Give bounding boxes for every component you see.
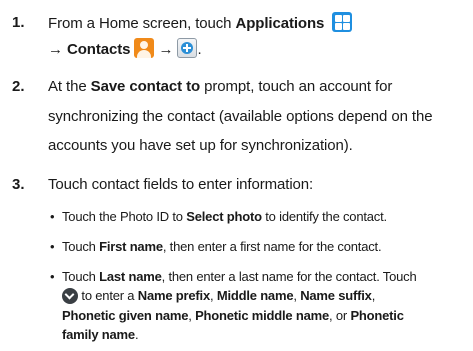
bullet-dot: • [50,269,55,284]
contacts-person-icon [134,38,155,58]
text: At the [48,78,91,95]
bullet-dot: • [50,209,55,224]
text: prompt, touch an account for [200,78,393,95]
phonetic-middle-name-label: Phonetic middle name [195,308,330,323]
bullet-select-photo: Touch the Photo ID to Select photo to id… [62,209,387,224]
step-2-line-2: synchronizing the contact (available opt… [48,108,433,125]
sep: , or [329,308,351,323]
arrow: → [154,40,178,58]
text: From a Home screen, touch [48,14,236,32]
text: synchronizing the contact (available opt… [48,108,433,125]
step-number: 2. [12,78,25,95]
step-3-line-1: Touch contact fields to enter informatio… [48,176,313,193]
step-number: 1. [12,14,25,31]
save-contact-to-label: Save contact to [90,78,201,95]
text: Touch contact fields to enter informatio… [48,176,314,193]
text: to identify the contact. [261,209,387,224]
contacts-label: Contacts [66,40,131,58]
phonetic-given-name-label: Phonetic given name [62,308,189,323]
text: Touch [62,239,100,254]
applications-label: Applications [235,14,325,32]
text: Touch the Photo ID to [62,209,187,224]
step-2-line-1: At the Save contact to prompt, touch an … [48,78,392,95]
text: , then enter a last name for the contact… [161,269,417,284]
bullet-first-name: Touch First name, then enter a first nam… [62,239,382,254]
bullet-dot: • [50,239,55,254]
sep: , [371,288,376,303]
add-contact-icon [177,38,198,58]
phonetic-label: Phonetic [350,308,404,323]
name-suffix-label: Name suffix [300,288,372,303]
text: , then enter a first name for the contac… [162,239,382,254]
sep: , [209,288,217,303]
bullet-last-name-cont-1: to enter a Name prefix, Middle name, Nam… [62,287,376,305]
select-photo-label: Select photo [186,209,262,224]
period: . [197,40,202,58]
bullet-last-name-cont-3: family name. [62,327,139,342]
text: to enter a [78,288,138,303]
family-name-label: family name [62,327,135,342]
last-name-label: Last name [99,269,162,284]
bullet-last-name-cont-2: Phonetic given name, Phonetic middle nam… [62,308,404,323]
period: . [134,327,139,342]
step-1-line-1: From a Home screen, touch Applications [48,12,353,34]
middle-name-label: Middle name [216,288,294,303]
name-prefix-label: Name prefix [137,288,210,303]
text: accounts you have set up for synchroniza… [48,137,353,154]
first-name-label: First name [99,239,163,254]
step-1-line-2: → Contacts → . [48,38,202,60]
chevron-down-circle-icon [62,287,78,304]
applications-grid-icon [332,12,353,32]
step-number: 3. [12,176,25,193]
arrow: → [48,40,67,58]
bullet-last-name: Touch Last name, then enter a last name … [62,269,417,284]
text: Touch [62,269,100,284]
step-2-line-3: accounts you have set up for synchroniza… [48,137,353,154]
